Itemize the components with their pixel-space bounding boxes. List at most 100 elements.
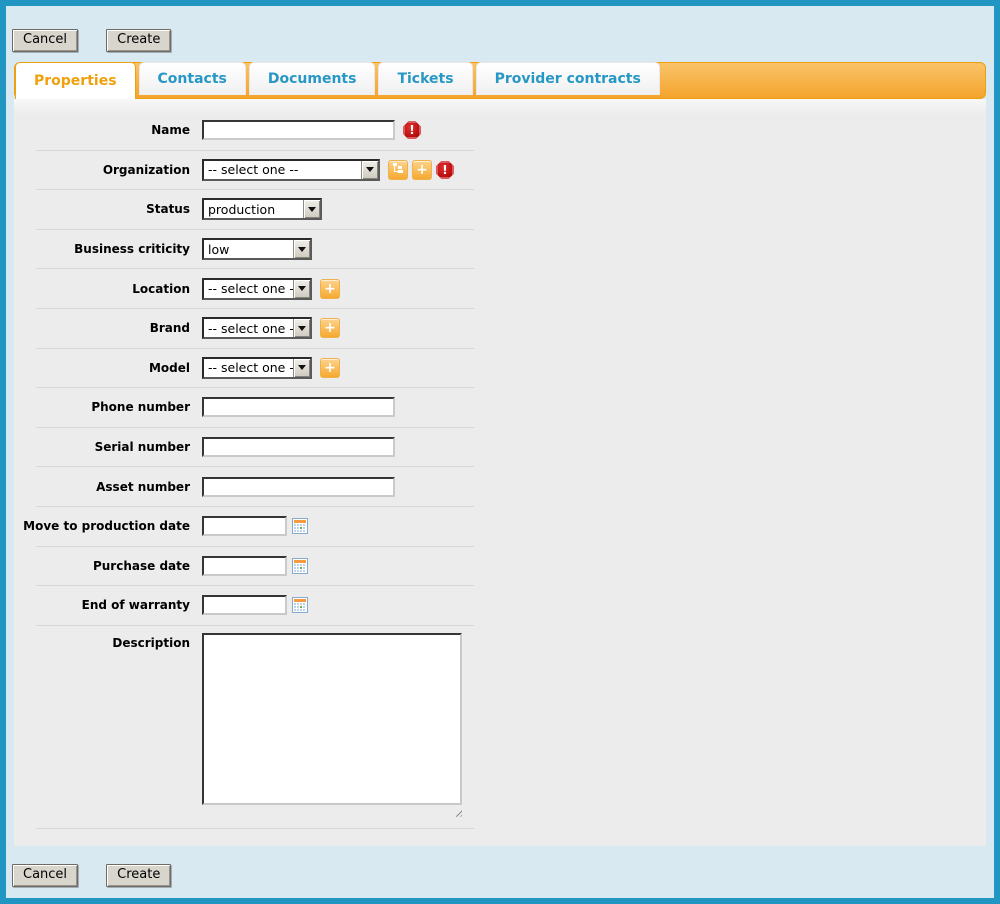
dropdown-arrow-icon[interactable] (293, 359, 310, 377)
model-select[interactable]: -- select one -- (202, 357, 312, 379)
field-label-cell: Status (36, 202, 190, 216)
location-add-button[interactable]: + (320, 279, 340, 299)
bottom-toolbar: Cancel Create (6, 846, 994, 898)
organization-add-button[interactable]: + (412, 160, 432, 180)
form-row-organization: Organization -- select one -- +! (36, 151, 474, 191)
field-value-cell (190, 397, 395, 417)
field-value-cell: -- select one -- + (190, 317, 340, 339)
business-criticity-select[interactable]: low (202, 238, 312, 260)
form-row-location: Location -- select one -- + (36, 269, 474, 309)
asset-number-input[interactable] (202, 477, 395, 497)
form-row-business-criticity: Business criticity low (36, 230, 474, 270)
organization-label: Organization (103, 163, 190, 177)
tab-contacts[interactable]: Contacts (139, 62, 246, 95)
field-value-cell: -- select one -- + (190, 357, 340, 379)
field-value-cell: -- select one -- + (190, 278, 340, 300)
dropdown-arrow-icon[interactable] (293, 240, 310, 258)
plus-icon: + (324, 361, 336, 375)
brand-select[interactable]: -- select one -- (202, 317, 312, 339)
form-row-name: Name! (36, 111, 474, 151)
form-row-serial-number: Serial number (36, 428, 474, 468)
form-row-end-of-warranty: End of warranty (36, 586, 474, 626)
cancel-button-bottom[interactable]: Cancel (12, 864, 78, 887)
form-row-brand: Brand -- select one -- + (36, 309, 474, 349)
form-row-description: Description (36, 626, 474, 829)
properties-form: Name! Organization -- select one -- +! Statu… (36, 99, 474, 829)
end-of-warranty-calendar-icon[interactable] (292, 597, 308, 613)
description-textarea[interactable] (202, 633, 462, 805)
field-value-cell (190, 556, 308, 576)
serial-number-input[interactable] (202, 437, 395, 457)
form-row-model: Model -- select one -- + (36, 349, 474, 389)
phone-number-input[interactable] (202, 397, 395, 417)
field-value-cell (190, 437, 395, 457)
top-toolbar: Cancel Create (6, 6, 994, 62)
field-label-cell: Asset number (36, 480, 190, 494)
plus-icon: + (416, 163, 428, 177)
create-button-top[interactable]: Create (106, 29, 171, 52)
field-label-cell: Organization (36, 163, 190, 177)
move-to-production-date-input[interactable] (202, 516, 287, 536)
field-value-cell: -- select one -- +! (190, 159, 454, 181)
end-of-warranty-input[interactable] (202, 595, 287, 615)
model-select-value: -- select one -- (204, 360, 293, 375)
dropdown-arrow-icon[interactable] (361, 161, 378, 179)
form-row-purchase-date: Purchase date (36, 547, 474, 587)
field-value-cell: production (190, 198, 322, 220)
asset-number-label: Asset number (96, 480, 190, 494)
brand-select-value: -- select one -- (204, 321, 293, 336)
field-label-cell: Description (36, 633, 190, 650)
organization-select[interactable]: -- select one -- (202, 159, 380, 181)
create-button-bottom[interactable]: Create (106, 864, 171, 887)
field-value-cell: ! (190, 120, 421, 140)
tab-bar: Properties Contacts Documents TicketsProvid… (14, 62, 986, 99)
field-value-cell (190, 595, 308, 615)
resize-grip-icon[interactable] (453, 808, 462, 817)
form-row-asset-number: Asset number (36, 467, 474, 507)
tab-provider-contracts[interactable]: Provider contracts (476, 62, 660, 95)
serial-number-label: Serial number (95, 440, 190, 454)
brand-add-button[interactable]: + (320, 318, 340, 338)
status-label: Status (146, 202, 190, 216)
tab-tickets[interactable]: Tickets (378, 62, 472, 95)
field-value-cell (190, 477, 395, 497)
cancel-button-top[interactable]: Cancel (12, 29, 78, 52)
application-window: Cancel Create Properties Contacts Document… (0, 0, 1000, 904)
location-select-value: -- select one -- (204, 281, 293, 296)
form-row-status: Status production (36, 190, 474, 230)
status-select[interactable]: production (202, 198, 322, 220)
name-input[interactable] (202, 120, 395, 140)
model-label: Model (149, 361, 190, 375)
brand-label: Brand (150, 321, 190, 335)
status-select-value: production (204, 202, 303, 217)
dropdown-arrow-icon[interactable] (293, 280, 310, 298)
field-label-cell: End of warranty (36, 598, 190, 612)
field-label-cell: Business criticity (36, 242, 190, 256)
field-value-cell: low (190, 238, 312, 260)
dropdown-arrow-icon[interactable] (303, 200, 320, 218)
tab-documents[interactable]: Documents (249, 62, 376, 95)
field-label-cell: Phone number (36, 400, 190, 414)
business-criticity-label: Business criticity (74, 242, 190, 256)
organization-hierarchy-button[interactable] (388, 160, 408, 180)
location-label: Location (132, 282, 190, 296)
model-add-button[interactable]: + (320, 358, 340, 378)
mandatory-field-error-icon: ! (436, 161, 454, 179)
field-label-cell: Purchase date (36, 559, 190, 573)
purchase-date-input[interactable] (202, 556, 287, 576)
tab-label: Documents (268, 71, 357, 87)
move-to-production-date-calendar-icon[interactable] (292, 518, 308, 534)
field-label-cell: Name (36, 123, 190, 137)
tab-label: Properties (34, 73, 117, 89)
plus-icon: + (324, 321, 336, 335)
dropdown-arrow-icon[interactable] (293, 319, 310, 337)
tab-properties[interactable]: Properties (15, 62, 136, 99)
form-panel: Name! Organization -- select one -- +! Statu… (14, 99, 986, 846)
purchase-date-calendar-icon[interactable] (292, 558, 308, 574)
end-of-warranty-label: End of warranty (82, 598, 190, 612)
field-value-cell (190, 516, 308, 536)
field-label-cell: Brand (36, 321, 190, 335)
description-textarea-wrap (202, 633, 462, 817)
location-select[interactable]: -- select one -- (202, 278, 312, 300)
purchase-date-label: Purchase date (93, 559, 190, 573)
